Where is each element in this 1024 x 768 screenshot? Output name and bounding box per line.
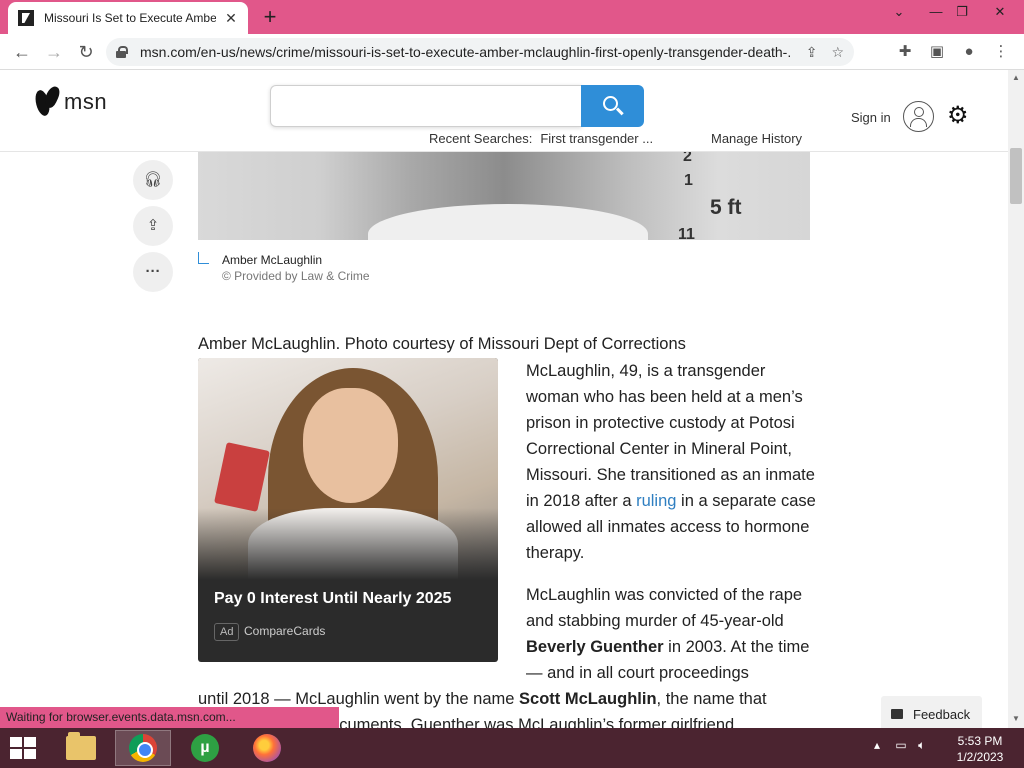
ad-image-shade xyxy=(198,508,498,580)
height-mark: 5 ft xyxy=(710,196,742,219)
back-arrow-icon[interactable]: ← xyxy=(10,40,34,64)
chrome-icon[interactable] xyxy=(115,730,171,766)
address-bar[interactable]: msn.com/en-us/news/crime/missouri-is-set… xyxy=(106,38,854,66)
former-name: Scott McLaughlin xyxy=(519,690,657,708)
ad-card[interactable]: Pay 0 Interest Until Nearly 2025 Ad Comp… xyxy=(198,358,498,662)
scrollbar-thumb[interactable] xyxy=(1010,148,1022,204)
windows-start-icon[interactable] xyxy=(10,737,38,759)
tab-close-icon[interactable]: ✕ xyxy=(222,10,240,27)
article-paragraph: McLaughlin was convicted of the rape and… xyxy=(526,582,816,686)
browser-title-bar: Missouri Is Set to Execute Amber McLaugh… xyxy=(0,0,1024,34)
feedback-icon xyxy=(891,709,903,719)
msn-butterfly-icon xyxy=(36,86,60,118)
ad-source[interactable]: CompareCards xyxy=(244,624,325,638)
ruling-link[interactable]: ruling xyxy=(636,492,676,510)
msn-header: msn Recent Searches: First transgender ..… xyxy=(0,70,1008,152)
height-mark: 1 xyxy=(684,172,693,189)
ad-badge: Ad xyxy=(214,623,240,641)
search-input[interactable] xyxy=(270,85,582,127)
bookmark-star-icon[interactable]: ☆ xyxy=(831,44,844,61)
photo-courtesy-line: Amber McLaughlin. Photo courtesy of Miss… xyxy=(198,335,686,353)
share-icon[interactable]: ⇪ xyxy=(806,44,818,61)
caption-corner-icon xyxy=(198,252,209,264)
system-tray[interactable]: ▴ ▭ 🔈︎ xyxy=(874,738,925,753)
paragraph-text: McLaughlin was convicted of the rape and… xyxy=(526,586,803,630)
extensions-puzzle-icon[interactable]: ✚ xyxy=(896,43,914,61)
height-mark: 2 xyxy=(683,152,692,165)
msn-logo-text: msn xyxy=(64,89,108,114)
tab-title: Missouri Is Set to Execute Amber McLaugh… xyxy=(44,11,216,25)
recent-searches: Recent Searches: First transgender ... xyxy=(429,131,653,146)
sign-in-link[interactable]: Sign in xyxy=(851,110,891,125)
msn-logo[interactable]: msn xyxy=(36,86,107,118)
clock-time: 5:53 PM xyxy=(957,734,1003,748)
clock-date: 1/2/2023 xyxy=(956,750,1004,764)
utorrent-icon[interactable]: µ xyxy=(177,730,233,766)
recent-searches-label: Recent Searches: xyxy=(429,131,533,146)
menu-kebab-icon[interactable]: ⋮ xyxy=(992,43,1010,61)
share-article-icon[interactable]: ⇪ xyxy=(133,206,173,246)
page-scrollbar[interactable]: ▲ ▼ xyxy=(1008,70,1024,728)
search-icon xyxy=(603,96,618,111)
restore-button[interactable]: ❐ xyxy=(950,4,974,20)
recent-search-term[interactable]: First transgender ... xyxy=(540,131,653,146)
browser-tab[interactable]: Missouri Is Set to Execute Amber McLaugh… xyxy=(8,2,248,34)
loading-status-text: Waiting for browser.events.data.msn.com.… xyxy=(0,707,339,728)
ad-title[interactable]: Pay 0 Interest Until Nearly 2025 xyxy=(214,590,451,608)
settings-gear-icon[interactable]: ⚙ xyxy=(947,104,969,128)
browser-toolbar: ← → ↻ msn.com/en-us/news/crime/missouri-… xyxy=(0,34,1024,70)
user-avatar-icon[interactable] xyxy=(903,101,934,132)
profile-icon[interactable]: ● xyxy=(960,43,978,61)
ad-image-face xyxy=(303,388,398,503)
network-icon[interactable]: ▭ xyxy=(895,738,906,752)
ad-image[interactable] xyxy=(198,358,498,580)
lock-icon[interactable] xyxy=(116,46,128,58)
tab-search-button[interactable]: ⌄ xyxy=(887,4,911,20)
victim-name: Beverly Guenther xyxy=(526,638,664,656)
forward-arrow-icon[interactable]: → xyxy=(42,40,66,64)
windows-taskbar: µ ▴ ▭ 🔈︎ 5:53 PM 1/2/2023 xyxy=(0,728,1024,768)
article-paragraph: McLaughlin, 49, is a transgender woman w… xyxy=(526,358,816,566)
more-options-icon[interactable]: ··· xyxy=(133,252,173,292)
feedback-label: Feedback xyxy=(913,706,971,722)
image-credit: © Provided by Law & Crime xyxy=(222,269,370,283)
image-caption: Amber McLaughlin xyxy=(222,253,323,267)
article-image[interactable]: 2 1 5 ft 11 xyxy=(198,152,810,240)
taskbar-clock[interactable]: 5:53 PM 1/2/2023 xyxy=(950,733,1010,765)
height-mark: 11 xyxy=(678,226,695,240)
firefox-icon[interactable] xyxy=(239,730,295,766)
close-window-button[interactable]: ✕ xyxy=(988,4,1012,20)
ad-image-credit-card xyxy=(214,442,270,512)
minimize-button[interactable]: — xyxy=(924,4,948,19)
side-panel-icon[interactable]: ▣ xyxy=(928,43,946,61)
scroll-down-arrow-icon[interactable]: ▼ xyxy=(1008,714,1024,723)
paragraph-text: until 2018 — McLaughlin went by the name xyxy=(198,690,520,708)
file-explorer-icon[interactable] xyxy=(53,730,109,766)
feedback-button[interactable]: Feedback xyxy=(881,696,982,728)
new-tab-button[interactable]: + xyxy=(258,5,282,29)
reload-icon[interactable]: ↻ xyxy=(74,40,98,64)
scroll-up-arrow-icon[interactable]: ▲ xyxy=(1008,73,1024,82)
listen-headphones-icon[interactable]: 🎧︎ xyxy=(133,160,173,200)
volume-icon[interactable]: 🔈︎ xyxy=(918,738,925,752)
msn-favicon-icon xyxy=(18,10,34,26)
manage-history-link[interactable]: Manage History xyxy=(711,131,802,146)
mugshot-shirt xyxy=(368,204,648,240)
paragraph-text: McLaughlin, 49, is a transgender woman w… xyxy=(526,362,815,510)
tray-overflow-chevron-icon[interactable]: ▴ xyxy=(874,738,880,752)
search-button[interactable] xyxy=(581,85,644,127)
url-text[interactable]: msn.com/en-us/news/crime/missouri-is-set… xyxy=(140,44,792,60)
article-content: 2 1 5 ft 11 🎧︎ ⇪ ··· Amber McLaughlin © … xyxy=(0,152,1008,728)
